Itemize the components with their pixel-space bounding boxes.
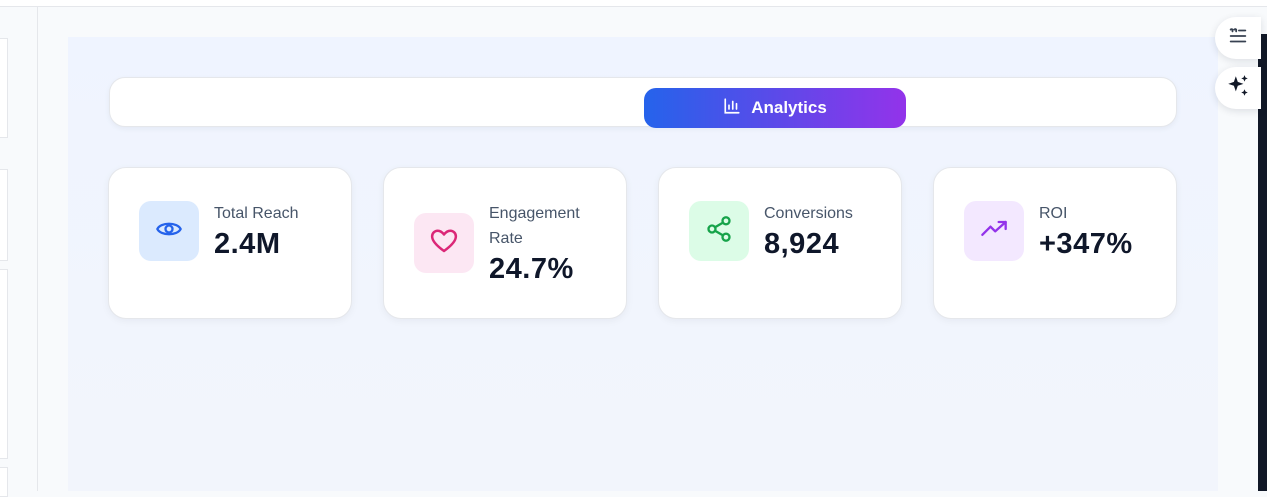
sidebar-segment[interactable] — [0, 38, 8, 138]
stat-value: +347% — [1039, 228, 1133, 260]
stat-icon-container — [964, 201, 1024, 261]
stat-value: 24.7% — [489, 253, 574, 285]
view-tab-bar: Analytics — [109, 77, 1177, 128]
stat-card-conversions: Conversions 8,924 — [658, 167, 902, 319]
tab-analytics[interactable]: Analytics — [644, 88, 906, 128]
ai-assistant-button[interactable] — [1215, 67, 1261, 109]
top-bar — [0, 0, 1267, 7]
stat-label: ROI — [1039, 205, 1068, 222]
stat-icon-container — [414, 213, 474, 273]
stat-label: Engagement Rate — [489, 205, 580, 247]
stat-label: Total Reach — [214, 205, 299, 222]
stat-card-roi: ROI +347% — [933, 167, 1177, 319]
stat-value: 2.4M — [214, 228, 281, 260]
bar-chart-icon — [723, 97, 741, 120]
stat-card-total-reach: Total Reach 2.4M — [108, 167, 352, 319]
tab-label: Analytics — [751, 98, 827, 117]
eye-icon — [155, 215, 183, 248]
sparkles-icon — [1225, 73, 1251, 104]
notes-button[interactable] — [1215, 17, 1261, 59]
share-icon — [705, 215, 733, 248]
notes-icon — [1227, 25, 1249, 52]
trending-up-icon — [980, 215, 1008, 248]
stat-value: 8,924 — [764, 228, 840, 260]
heart-icon — [429, 226, 459, 261]
sidebar-segment[interactable] — [0, 467, 8, 497]
stat-icon-container — [689, 201, 749, 261]
stat-icon-container — [139, 201, 199, 261]
sidebar-segment[interactable] — [0, 269, 8, 459]
left-sidebar-edge — [0, 7, 38, 497]
sidebar-segment[interactable] — [0, 169, 8, 261]
stat-card-engagement-rate: Engagement Rate 24.7% — [383, 167, 627, 319]
stat-label: Conversions — [764, 205, 853, 222]
